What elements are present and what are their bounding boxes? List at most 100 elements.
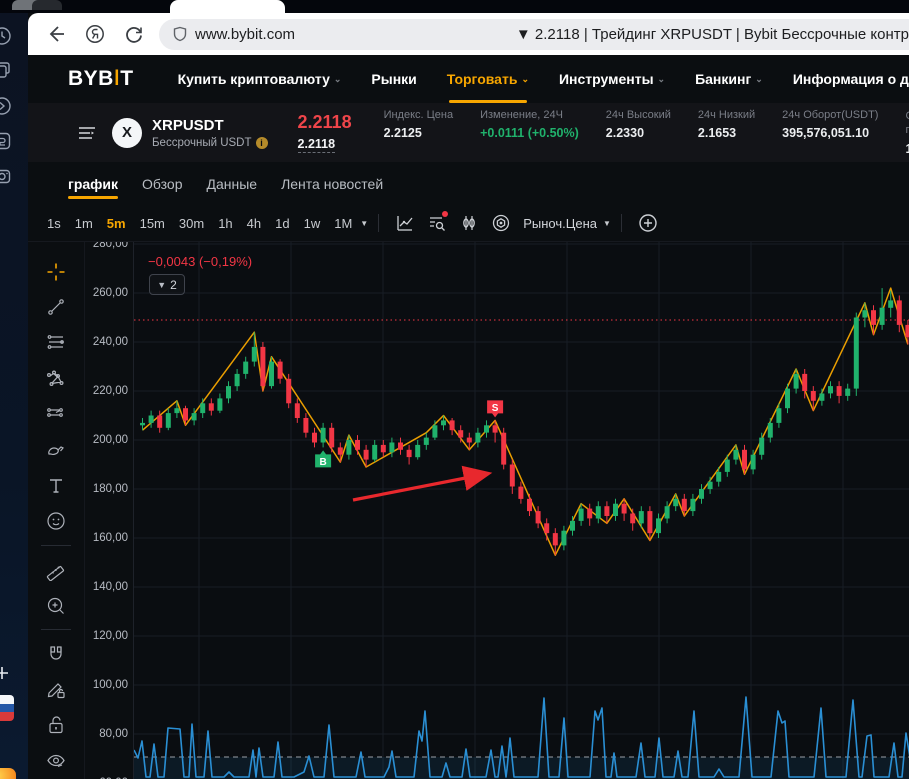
price-block: 2.2118 2.2118	[297, 112, 352, 153]
ticker-stat: Сумма от позиций170,152,	[905, 110, 909, 157]
lock-tool-icon[interactable]	[43, 713, 69, 739]
y-axis-label: 220,00	[92, 385, 128, 397]
active-tab[interactable]	[170, 0, 285, 13]
y-axis-label: 80,00	[99, 728, 128, 740]
divider	[41, 629, 71, 631]
plus-circle-icon[interactable]	[638, 213, 658, 233]
y-axis-label: 180,00	[92, 483, 128, 495]
drawing-toolbar	[28, 242, 85, 779]
svg-text:S: S	[492, 403, 499, 414]
target-icon[interactable]	[491, 213, 511, 233]
nav-item[interactable]: Торговать ⌄	[447, 55, 529, 103]
y-axis-label: 280,00	[92, 242, 128, 250]
background-tab[interactable]	[32, 0, 62, 10]
candlestick-chart[interactable]: BS	[134, 242, 909, 779]
ticker-stat: Изменение, 24Ч +0.0111 (+0.50%)	[480, 108, 579, 140]
chevron-down-icon: ⌄	[333, 73, 342, 84]
timeframe-1h[interactable]: 1h	[211, 212, 239, 235]
browser-sidebar	[0, 13, 28, 779]
chart-plot-area[interactable]: BS −0,0043 (−0,19%) ▼ 2	[133, 242, 909, 779]
screenshot-icon[interactable]	[0, 165, 13, 187]
parallel-channel-tool-icon[interactable]	[43, 402, 69, 428]
timeframe-4h[interactable]: 4h	[240, 212, 268, 235]
nav-item[interactable]: Инструменты ⌄	[559, 55, 665, 103]
timeframe-30m[interactable]: 30m	[172, 212, 211, 235]
bybit-logo[interactable]: BYBǀT	[68, 67, 134, 91]
symbol-block[interactable]: XRPUSDT Бессрочный USDT i	[152, 117, 268, 149]
tab-Обзор[interactable]: Обзор	[142, 162, 182, 205]
contract-type: Бессрочный USDT i	[152, 136, 268, 149]
magnet-tool-icon[interactable]	[43, 641, 69, 667]
tabs-icon[interactable]	[0, 60, 13, 82]
ticker-stat: 24ч Оборот(USDT) 395,576,051.10	[782, 108, 879, 140]
price-axis[interactable]: 280,00 260,00 240,00 220,00 200,00 180,00 160,…	[85, 242, 133, 779]
page-title-text: ▼ 2.2118 | Трейдинг XRPUSDT | Bybit Бесс…	[515, 25, 909, 43]
add-icon[interactable]	[0, 665, 10, 681]
chevron-down-icon: ▼	[157, 279, 167, 290]
contract-list-icon[interactable]	[78, 125, 96, 141]
svg-text:B: B	[319, 457, 326, 468]
shield-icon[interactable]	[172, 26, 188, 42]
screen: www.bybit.com ▼ 2.2118 | Трейдинг XRPUSD…	[0, 0, 909, 779]
indicators-icon[interactable]	[427, 211, 449, 233]
candle-settings-icon[interactable]	[459, 213, 479, 233]
brush-tool-icon[interactable]	[43, 437, 69, 463]
emoji-tool-icon[interactable]	[43, 508, 69, 534]
horizontal-lines-tool-icon[interactable]	[43, 330, 69, 356]
page-tabs: график Обзор Данные Лента новостей	[28, 162, 909, 205]
tab-count-icon[interactable]	[0, 130, 13, 152]
forward-circle-icon[interactable]	[0, 95, 13, 117]
crosshair-tool-icon[interactable]	[43, 259, 69, 285]
url-text[interactable]: www.bybit.com	[195, 26, 295, 43]
info-icon[interactable]: i	[255, 136, 268, 149]
timeframe-1d[interactable]: 1d	[268, 212, 296, 235]
draw-lock-tool-icon[interactable]	[43, 677, 69, 703]
y-axis-label: 140,00	[92, 581, 128, 593]
ticker-bar: X XRPUSDT Бессрочный USDT i 2.2118 2.2118…	[28, 103, 909, 162]
alice-assistant-icon[interactable]	[0, 768, 16, 779]
nav-item[interactable]: Информация о деривативах⌄	[793, 55, 909, 103]
russia-flag-icon[interactable]	[0, 695, 14, 721]
trend-line-tool-icon[interactable]	[43, 295, 69, 321]
divider	[378, 214, 380, 232]
nav-item[interactable]: Купить криптовалюту ⌄	[178, 55, 342, 103]
history-icon[interactable]	[0, 25, 13, 47]
timeframe-5m[interactable]: 5m	[100, 212, 133, 235]
browser-tab-strip	[0, 0, 909, 13]
hide-drawings-tool-icon[interactable]	[43, 748, 69, 774]
xabcd-pattern-tool-icon[interactable]	[43, 366, 69, 392]
tab-Лента новостей[interactable]: Лента новостей	[281, 162, 383, 205]
timeframe-1s[interactable]: 1s	[40, 212, 68, 235]
chart-tool-icons	[389, 211, 517, 233]
tab-график[interactable]: график	[68, 162, 119, 205]
timeframe-15m[interactable]: 15m	[133, 212, 172, 235]
xrp-coin-icon: X	[112, 117, 142, 148]
ruler-tool-icon[interactable]	[43, 557, 69, 583]
chevron-down-icon: ⌄	[755, 73, 763, 84]
line-chart-icon[interactable]	[395, 213, 415, 233]
order-type-select[interactable]: Рыноч.Цена ▼	[523, 216, 611, 231]
back-icon[interactable]	[45, 23, 67, 45]
ticker-stat: 24ч Высокий 2.2330	[605, 108, 671, 140]
text-tool-icon[interactable]	[43, 473, 69, 499]
timeframe-1M[interactable]: 1M	[327, 212, 359, 235]
y-axis-label: 260,00	[92, 287, 128, 299]
symbol-name[interactable]: XRPUSDT	[152, 117, 268, 134]
timeframe-1w[interactable]: 1w	[297, 212, 328, 235]
zoom-in-tool-icon[interactable]	[43, 593, 69, 619]
timeframe-caret-icon[interactable]: ▼	[360, 219, 368, 228]
nav-items: Купить криптовалюту ⌄ Рынки Торговать ⌄ Инстр…	[178, 55, 909, 103]
address-bar[interactable]: www.bybit.com ▼ 2.2118 | Трейдинг XRPUSD…	[159, 18, 909, 50]
nav-item[interactable]: Рынки	[371, 55, 416, 103]
ticker-stat: 24ч Низкий 2.1653	[697, 108, 756, 140]
timeframe-1m[interactable]: 1m	[68, 212, 100, 235]
notification-dot	[442, 211, 449, 217]
y-axis-label: 120,00	[92, 630, 128, 642]
tab-Данные[interactable]: Данные	[206, 162, 257, 205]
divider	[41, 545, 71, 547]
collapse-indicators-button[interactable]: ▼ 2	[149, 274, 185, 295]
nav-item[interactable]: Банкинг ⌄	[695, 55, 763, 103]
mark-price[interactable]: 2.2118	[297, 137, 336, 153]
yandex-icon[interactable]	[84, 23, 106, 45]
refresh-icon[interactable]	[123, 23, 145, 45]
